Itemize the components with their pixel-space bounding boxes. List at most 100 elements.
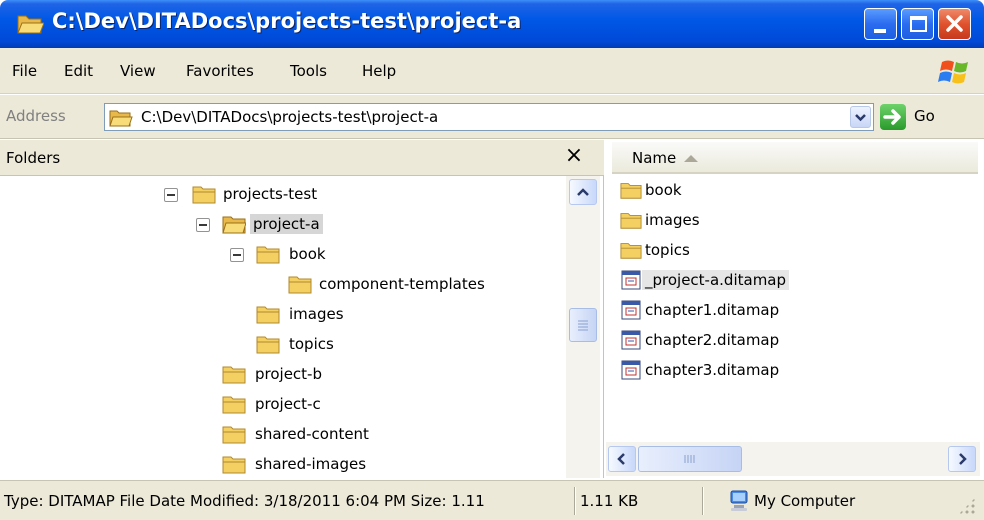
go-button[interactable] <box>880 104 906 130</box>
menu-edit[interactable]: Edit <box>64 62 93 80</box>
tree-item[interactable]: project-b <box>222 360 462 390</box>
my-computer-icon <box>730 490 748 511</box>
tree-item[interactable]: topics <box>256 330 456 360</box>
folder-open-icon <box>109 110 133 127</box>
file-list-item[interactable]: topics <box>616 236 816 266</box>
menu-bar: File Edit View Favorites Tools Help <box>0 48 984 94</box>
grip-icon <box>684 455 695 463</box>
windows-logo-icon <box>938 60 968 84</box>
tree-item-label: project-b <box>255 365 322 383</box>
chevron-down-icon <box>855 114 866 122</box>
status-divider <box>702 487 704 515</box>
title-bar[interactable]: C:\Dev\DITADocs\projects-test\project-a <box>0 0 984 48</box>
close-button[interactable] <box>938 8 971 40</box>
folder-icon <box>620 213 642 229</box>
tree-item-label: images <box>289 305 344 323</box>
file-list-item[interactable]: chapter1.ditamap <box>616 296 826 326</box>
folder-icon <box>288 276 312 294</box>
go-label[interactable]: Go <box>914 107 935 125</box>
folders-vertical-scrollbar[interactable] <box>566 176 600 508</box>
collapse-toggle-icon[interactable] <box>230 248 244 262</box>
folder-icon <box>222 456 246 474</box>
folders-header: Folders × <box>0 140 604 176</box>
menu-file[interactable]: File <box>12 62 37 80</box>
scroll-left-button[interactable] <box>608 446 636 472</box>
tree-item-label: shared-content <box>255 425 369 443</box>
file-list-item[interactable]: chapter3.ditamap <box>616 356 826 386</box>
folder-icon <box>222 396 246 414</box>
menu-favorites[interactable]: Favorites <box>186 62 254 80</box>
file-name: chapter3.ditamap <box>645 361 780 379</box>
scroll-up-button[interactable] <box>569 179 597 205</box>
address-input[interactable]: C:\Dev\DITADocs\projects-test\project-a <box>104 103 874 131</box>
ditamap-file-icon <box>621 270 641 290</box>
chevron-right-icon <box>959 453 967 465</box>
tree-item[interactable]: project-a <box>196 210 496 240</box>
maximize-button[interactable] <box>901 8 934 40</box>
folder-icon <box>256 336 280 354</box>
folder-icon <box>222 366 246 384</box>
scroll-thumb[interactable] <box>569 308 597 342</box>
address-dropdown-button[interactable] <box>850 106 871 128</box>
file-list-item[interactable]: images <box>616 206 816 236</box>
folders-close-button[interactable]: × <box>562 143 586 169</box>
file-list-item[interactable]: chapter2.ditamap <box>616 326 826 356</box>
tree-item[interactable]: shared-images <box>222 450 482 480</box>
address-value: C:\Dev\DITADocs\projects-test\project-a <box>141 108 439 126</box>
status-divider <box>574 487 576 515</box>
folders-pane: Folders × projects-test project-a book c… <box>0 140 604 508</box>
files-horizontal-scrollbar[interactable] <box>606 442 980 476</box>
address-label: Address <box>6 107 66 125</box>
file-name: _project-a.ditamap <box>642 270 790 290</box>
tree-item[interactable]: shared-content <box>222 420 482 450</box>
collapse-toggle-icon[interactable] <box>164 188 178 202</box>
chevron-up-icon <box>577 188 589 196</box>
folder-icon <box>256 246 280 264</box>
folder-icon <box>256 306 280 324</box>
folders-title: Folders <box>6 149 61 167</box>
name-column-label: Name <box>632 149 677 167</box>
name-column-header[interactable]: Name <box>612 142 978 174</box>
tree-item-label: shared-images <box>255 455 367 473</box>
ditamap-file-icon <box>621 360 641 380</box>
minimize-button[interactable] <box>864 8 897 40</box>
chevron-left-icon <box>617 453 625 465</box>
file-list-item[interactable]: _project-a.ditamap <box>616 266 826 296</box>
resize-grip-icon[interactable] <box>958 497 976 515</box>
minimize-icon <box>874 29 886 33</box>
ditamap-file-icon <box>621 330 641 350</box>
file-name: chapter1.ditamap <box>645 301 780 319</box>
file-list-item[interactable]: book <box>616 176 816 206</box>
menu-view[interactable]: View <box>120 62 156 80</box>
menu-help[interactable]: Help <box>362 62 396 80</box>
file-name: book <box>645 181 682 199</box>
tree-item[interactable]: book <box>230 240 530 270</box>
file-name: chapter2.ditamap <box>645 331 780 349</box>
files-pane: Name book images topics _project-a.ditam… <box>606 140 984 478</box>
tree-item-label: component-templates <box>319 275 485 293</box>
scroll-thumb[interactable] <box>638 446 742 472</box>
tree-item[interactable]: images <box>256 300 456 330</box>
close-icon <box>946 15 963 32</box>
folder-icon <box>620 243 642 259</box>
folder-open-icon <box>17 15 44 34</box>
tree-item[interactable]: component-templates <box>288 270 548 300</box>
tree-item[interactable]: projects-test <box>164 180 464 210</box>
folder-icon <box>620 183 642 199</box>
menu-tools[interactable]: Tools <box>290 62 327 80</box>
tree-item[interactable]: project-c <box>222 390 462 420</box>
file-name: topics <box>645 241 690 259</box>
collapse-toggle-icon[interactable] <box>196 218 210 232</box>
status-bar: Type: DITAMAP File Date Modified: 3/18/2… <box>0 480 984 520</box>
tree-item-label: book <box>289 245 326 263</box>
folder-icon <box>222 426 246 444</box>
tree-item-label: project-c <box>255 395 321 413</box>
file-name: images <box>645 211 700 229</box>
maximize-icon <box>910 16 927 32</box>
window-title: C:\Dev\DITADocs\projects-test\project-a <box>52 9 522 33</box>
address-bar: Address C:\Dev\DITADocs\projects-test\pr… <box>0 95 984 139</box>
scroll-right-button[interactable] <box>948 446 976 472</box>
status-size: 1.11 KB <box>580 492 639 510</box>
tree-item-label: topics <box>289 335 334 353</box>
ditamap-file-icon <box>621 300 641 320</box>
